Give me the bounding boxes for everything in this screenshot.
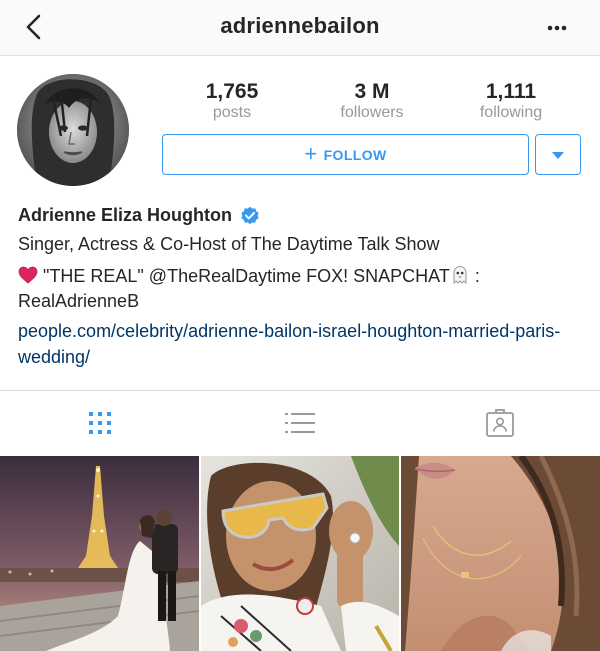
ghost-emoji-icon bbox=[453, 265, 467, 285]
following-label: following bbox=[479, 104, 543, 121]
profile-full-name: Adrienne Eliza Houghton bbox=[18, 205, 232, 225]
plus-icon: + bbox=[304, 140, 318, 166]
eiffel-wedding-photo bbox=[0, 456, 199, 651]
bio-text-part1: "THE REAL" @TheRealDaytime FOX! SNAPCHAT bbox=[38, 266, 450, 286]
tab-tagged[interactable] bbox=[482, 405, 518, 441]
post-thumbnail-2[interactable] bbox=[201, 456, 399, 651]
avatar-portrait-image bbox=[17, 74, 129, 186]
list-icon bbox=[285, 413, 315, 433]
following-stat[interactable]: 1,111 following bbox=[441, 80, 581, 122]
posts-stat[interactable]: 1,765 posts bbox=[162, 80, 302, 122]
posts-label: posts bbox=[212, 104, 252, 121]
profile-website-link[interactable]: people.com/celebrity/adrienne-bailon-isr… bbox=[18, 318, 588, 370]
caret-down-icon bbox=[552, 151, 564, 159]
sunglasses-selfie-photo bbox=[201, 456, 399, 651]
followers-label: followers bbox=[340, 104, 404, 121]
tab-grid-view[interactable] bbox=[82, 405, 118, 441]
grid-icon bbox=[89, 412, 111, 434]
suggested-dropdown-button[interactable] bbox=[535, 134, 581, 175]
bio-line: Singer, Actress & Co-Host of The Daytime… bbox=[18, 234, 440, 254]
post-thumbnail-3[interactable] bbox=[401, 456, 600, 651]
heart-emoji-icon bbox=[18, 266, 38, 284]
follow-label: FOLLOW bbox=[323, 146, 387, 163]
avatar[interactable] bbox=[17, 74, 129, 186]
follow-button[interactable]: + FOLLOW bbox=[162, 134, 529, 175]
post-grid bbox=[0, 456, 600, 651]
ellipsis-icon[interactable] bbox=[538, 14, 578, 42]
following-count: 1,111 bbox=[485, 80, 537, 103]
tagged-person-icon bbox=[486, 409, 514, 437]
post-thumbnail-1[interactable] bbox=[0, 456, 199, 651]
profile-name-row: Adrienne Eliza Houghton bbox=[18, 205, 260, 226]
tab-list-view[interactable] bbox=[282, 405, 318, 441]
top-bar: adriennebailon bbox=[0, 0, 600, 56]
necklace-closeup-photo bbox=[401, 456, 600, 651]
profile-username: adriennebailon bbox=[220, 13, 380, 38]
verified-badge-icon bbox=[241, 206, 259, 224]
followers-stat[interactable]: 3 M followers bbox=[302, 80, 442, 122]
posts-count: 1,765 bbox=[205, 80, 259, 103]
bio-line-with-emoji: "THE REAL" @TheRealDaytime FOX! SNAPCHAT… bbox=[18, 264, 588, 314]
profile-view-tabs bbox=[0, 391, 600, 455]
followers-count: 3 M bbox=[354, 80, 390, 103]
